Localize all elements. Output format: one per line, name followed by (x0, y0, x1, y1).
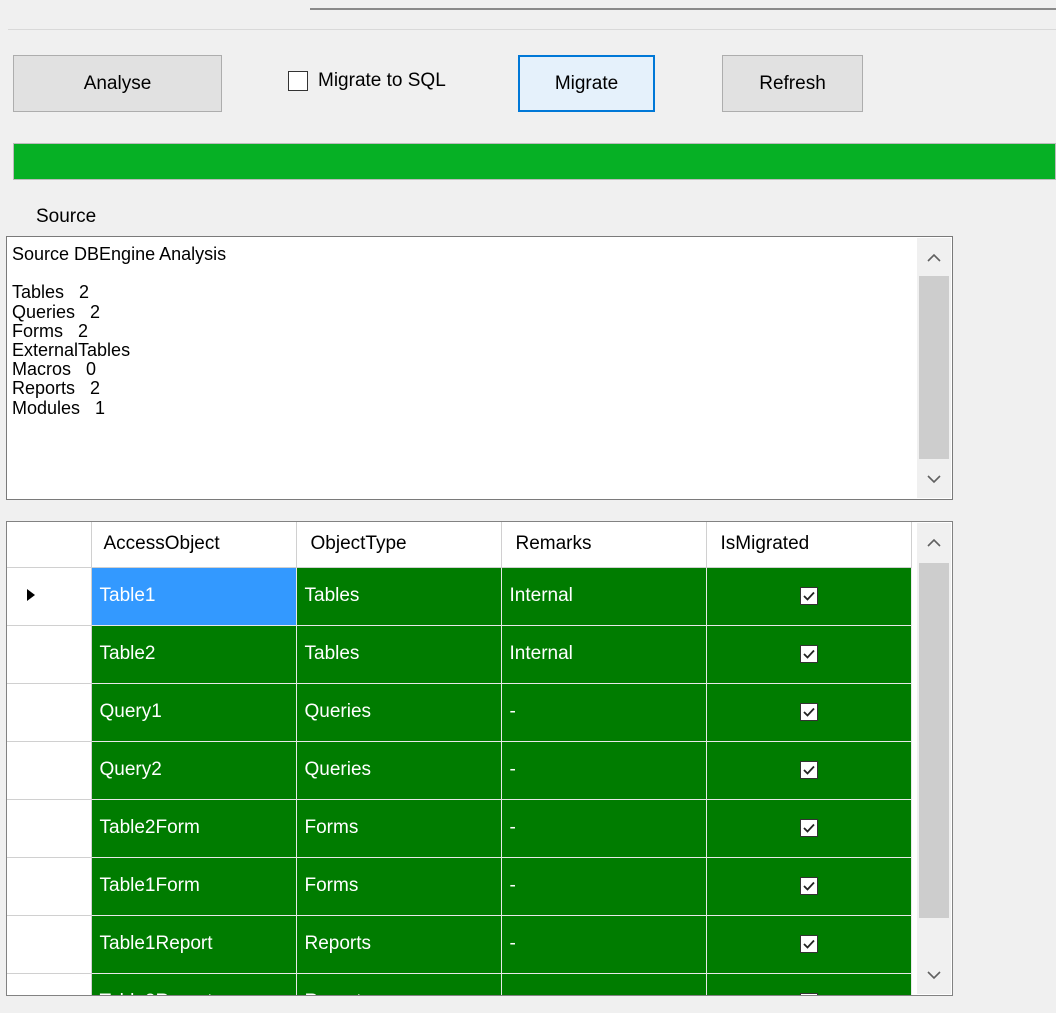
cell-access-object[interactable]: Table1 (91, 567, 297, 626)
progress-bar-fill (14, 144, 1055, 179)
cell-access-object[interactable]: Query2 (91, 741, 297, 800)
scroll-up-arrow-icon[interactable] (917, 525, 951, 559)
is-migrated-checkbox[interactable] (799, 702, 818, 721)
cell-object-type[interactable]: Reports (296, 915, 502, 974)
cell-is-migrated[interactable] (706, 857, 912, 916)
scroll-up-arrow-icon[interactable] (917, 240, 951, 274)
column-header-access-object[interactable]: AccessObject (91, 522, 297, 568)
cell-is-migrated[interactable] (706, 625, 912, 684)
scroll-thumb[interactable] (919, 563, 949, 918)
cell-remarks[interactable]: - (501, 683, 707, 742)
table-row[interactable]: Table1 Tables Internal (7, 567, 912, 626)
cell-remarks[interactable]: - (501, 915, 707, 974)
row-header[interactable] (7, 915, 92, 974)
cell-access-object[interactable]: Table1Report (91, 915, 297, 974)
scroll-down-arrow-icon[interactable] (917, 462, 951, 496)
check-icon (802, 881, 815, 891)
checkbox-box[interactable] (288, 71, 308, 91)
row-header[interactable] (7, 799, 92, 858)
scroll-down-arrow-icon[interactable] (917, 958, 951, 992)
check-icon (802, 649, 815, 659)
cell-object-type[interactable]: Queries (296, 741, 502, 800)
row-header[interactable] (7, 973, 92, 995)
is-migrated-checkbox[interactable] (799, 586, 818, 605)
objects-table: AccessObject ObjectType Remarks IsMigrat… (7, 522, 912, 996)
is-migrated-checkbox[interactable] (799, 876, 818, 895)
cell-object-type[interactable]: Reports (296, 973, 502, 995)
table-row[interactable]: Query1 Queries - (7, 683, 912, 742)
row-header[interactable] (7, 567, 92, 626)
cell-remarks[interactable]: - (501, 857, 707, 916)
cell-is-migrated[interactable] (706, 973, 912, 996)
table-row[interactable]: Table2Form Forms - (7, 799, 912, 858)
cell-remarks[interactable]: Internal (501, 567, 707, 626)
row-header[interactable] (7, 857, 92, 916)
source-scrollbar[interactable] (917, 238, 951, 498)
migrate-button[interactable]: Migrate (518, 55, 655, 112)
is-migrated-checkbox[interactable] (799, 992, 818, 996)
cell-object-type[interactable]: Tables (296, 567, 502, 626)
cell-remarks[interactable]: - (501, 741, 707, 800)
cell-is-migrated[interactable] (706, 799, 912, 858)
is-migrated-checkbox[interactable] (799, 760, 818, 779)
row-header[interactable] (7, 625, 92, 684)
column-header-remarks[interactable]: Remarks (501, 522, 707, 568)
cell-object-type[interactable]: Tables (296, 625, 502, 684)
scroll-thumb[interactable] (919, 276, 949, 459)
progress-bar (13, 143, 1056, 180)
migrate-to-sql-label: Migrate to SQL (318, 70, 446, 91)
cell-is-migrated[interactable] (706, 683, 912, 742)
cell-remarks[interactable]: Internal (501, 625, 707, 684)
cell-is-migrated[interactable] (706, 567, 912, 626)
row-header[interactable] (7, 683, 92, 742)
cell-access-object[interactable]: Table2 (91, 625, 297, 684)
grid-scrollbar[interactable] (917, 523, 951, 994)
column-header-object-type[interactable]: ObjectType (296, 522, 502, 568)
cell-access-object[interactable]: Query1 (91, 683, 297, 742)
check-icon (801, 994, 817, 996)
top-separator (8, 29, 1056, 30)
check-icon (802, 765, 815, 775)
source-label: Source (36, 206, 97, 227)
cell-is-migrated[interactable] (706, 915, 912, 974)
analyse-button[interactable]: Analyse (13, 55, 222, 112)
cell-object-type[interactable]: Queries (296, 683, 502, 742)
row-header[interactable] (7, 741, 92, 800)
refresh-button[interactable]: Refresh (722, 55, 863, 112)
table-row[interactable]: Query2 Queries - (7, 741, 912, 800)
migrate-to-sql-checkbox[interactable]: Migrate to SQL (288, 70, 446, 92)
cell-object-type[interactable]: Forms (296, 857, 502, 916)
is-migrated-checkbox[interactable] (799, 934, 818, 953)
objects-grid[interactable]: AccessObject ObjectType Remarks IsMigrat… (6, 521, 953, 996)
table-row[interactable]: Table1Report Reports - (7, 915, 912, 974)
table-row[interactable]: Table2ReportReports- (7, 973, 912, 996)
cell-access-object[interactable]: Table2Form (91, 799, 297, 858)
table-row[interactable]: Table2 Tables Internal (7, 625, 912, 684)
is-migrated-checkbox[interactable] (799, 818, 818, 837)
cell-remarks[interactable]: - (501, 973, 707, 995)
top-border (310, 0, 1056, 10)
check-icon (802, 591, 815, 601)
is-migrated-checkbox[interactable] (799, 644, 818, 663)
cell-remarks[interactable]: - (501, 799, 707, 858)
check-icon (802, 707, 815, 717)
cell-is-migrated[interactable] (706, 741, 912, 800)
source-analysis-text: Source DBEngine Analysis Tables 2 Querie… (12, 244, 227, 418)
column-header-is-migrated[interactable]: IsMigrated (706, 522, 912, 568)
cell-access-object[interactable]: Table1Form (91, 857, 297, 916)
check-icon (802, 823, 815, 833)
check-icon (802, 939, 815, 949)
cell-object-type[interactable]: Forms (296, 799, 502, 858)
current-row-arrow-icon (27, 589, 35, 601)
header-row: AccessObject ObjectType Remarks IsMigrat… (7, 522, 912, 568)
row-header-corner (7, 522, 92, 568)
source-textbox[interactable]: Source DBEngine Analysis Tables 2 Querie… (6, 236, 953, 500)
table-row[interactable]: Table1Form Forms - (7, 857, 912, 916)
cell-access-object[interactable]: Table2Report (91, 973, 297, 995)
